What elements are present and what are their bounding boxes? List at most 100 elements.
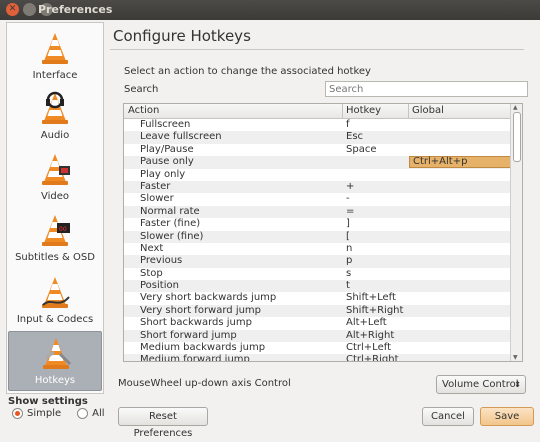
table-row[interactable]: Short backwards jump Alt+Left	[124, 317, 510, 329]
action-cell: Very short backwards jump	[140, 292, 277, 304]
column-header-global[interactable]: Global	[412, 105, 444, 116]
sidebar-item-subtitles-osd[interactable]: 00 Subtitles & OSD	[8, 209, 102, 267]
sidebar-item-interface[interactable]: Interface	[8, 27, 102, 85]
hotkey-cell: =	[346, 205, 355, 217]
table-scrollbar[interactable]: ▲ ▼	[510, 104, 522, 361]
vlc-cone-cable-icon	[39, 275, 71, 309]
mousewheel-select[interactable]: Volume Control ⬍	[436, 375, 526, 394]
all-radio[interactable]	[77, 408, 89, 419]
hotkey-cell: Alt+Right	[346, 329, 395, 341]
close-icon[interactable]: ✕	[6, 3, 19, 16]
action-cell: Fullscreen	[140, 119, 191, 130]
action-cell: Normal rate	[140, 205, 200, 217]
table-row[interactable]: Very short forward jump Shift+Right	[124, 304, 510, 318]
hotkey-cell: p	[346, 255, 353, 267]
action-cell: Play only	[140, 168, 186, 180]
action-cell: Slower	[140, 193, 174, 205]
sidebar-item-label: Input & Codecs	[16, 314, 94, 325]
action-cell: Medium backwards jump	[140, 342, 266, 354]
hotkey-cell: s	[346, 267, 352, 279]
hotkeys-table: Action Hotkey Global Fullscreen f Leave fu…	[123, 103, 523, 362]
sidebar-item-label: Video	[40, 191, 70, 202]
updown-arrow-icon: ⬍	[514, 380, 521, 389]
mousewheel-select-value: Volume Control	[442, 379, 519, 390]
hotkey-cell: Shift+Right	[346, 304, 404, 316]
table-row[interactable]: Slower -	[124, 193, 510, 205]
instruction-text: Select an action to change the associate…	[124, 66, 371, 77]
vlc-cone-keys-icon	[40, 336, 72, 370]
table-row[interactable]: Very short backwards jump Shift+Left	[124, 292, 510, 304]
all-radio-label[interactable]: All	[92, 408, 104, 419]
table-row[interactable]: Pause only Ctrl+Alt+p	[124, 156, 515, 169]
sidebar-item-label: Hotkeys	[34, 375, 76, 386]
sidebar-item-audio[interactable]: Audio	[8, 87, 102, 145]
hotkey-cell: f	[346, 119, 350, 130]
table-row[interactable]: Leave fullscreen Esc	[124, 131, 510, 144]
column-header-hotkey[interactable]: Hotkey	[346, 105, 381, 116]
action-cell: Pause only	[140, 156, 194, 168]
global-hotkey-cell: Ctrl+Alt+p	[409, 156, 515, 169]
table-row[interactable]: Play/Pause Space	[124, 144, 510, 156]
hotkey-cell: Ctrl+Left	[346, 342, 391, 354]
mousewheel-label: MouseWheel up-down axis Control	[118, 378, 291, 389]
action-cell: Position	[140, 280, 179, 292]
sidebar-item-video[interactable]: Video	[8, 148, 102, 206]
table-body: Fullscreen f Leave fullscreen Esc Play/Pause…	[124, 119, 515, 362]
svg-text:00: 00	[59, 226, 67, 233]
hotkey-cell: Ctrl+Right	[346, 354, 399, 362]
table-row[interactable]: Faster (fine)]	[124, 218, 510, 230]
action-cell: Short backwards jump	[140, 317, 252, 329]
hotkey-cell: -	[346, 193, 350, 205]
save-button[interactable]: Save	[480, 407, 534, 426]
simple-radio-label[interactable]: Simple	[27, 408, 61, 419]
table-row[interactable]: Play only	[124, 169, 510, 181]
table-header: Action Hotkey Global	[124, 104, 510, 119]
table-row[interactable]: Medium forward jump Ctrl+Right	[124, 354, 510, 362]
show-settings-label: Show settings	[8, 396, 88, 407]
table-row[interactable]: Faster +	[124, 180, 510, 194]
table-row[interactable]: Medium backwards jump Ctrl+Left	[124, 342, 510, 354]
page-title: Configure Hotkeys	[113, 27, 251, 45]
scrollbar-thumb[interactable]	[513, 112, 521, 162]
scroll-up-icon[interactable]: ▲	[513, 104, 518, 111]
sidebar-item-input-codecs[interactable]: Input & Codecs	[8, 271, 102, 329]
search-label: Search	[124, 84, 159, 95]
vlc-cone-headphones-icon	[39, 91, 71, 125]
search-input[interactable]	[325, 81, 528, 97]
column-header-action[interactable]: Action	[128, 105, 159, 116]
action-cell: Leave fullscreen	[140, 131, 222, 143]
action-cell: Faster (fine)	[140, 218, 201, 230]
vlc-cone-clapper-icon: 00	[39, 213, 71, 247]
simple-radio[interactable]	[12, 408, 23, 419]
action-cell: Faster	[140, 180, 171, 192]
hotkey-cell: [	[346, 230, 350, 242]
scroll-down-icon[interactable]: ▼	[513, 354, 518, 361]
sidebar-item-label: Interface	[32, 70, 78, 81]
cancel-button[interactable]: Cancel	[422, 407, 474, 426]
table-row[interactable]: Stop s	[124, 268, 510, 280]
column-divider	[408, 104, 409, 118]
action-cell: Next	[140, 242, 164, 254]
table-row[interactable]: Short forward jump Alt+Right	[124, 329, 510, 343]
hotkey-cell: Shift+Left	[346, 292, 396, 304]
hotkey-cell: +	[346, 180, 355, 192]
table-row[interactable]: Previous p	[124, 255, 510, 268]
hotkey-cell: n	[346, 242, 353, 254]
hotkey-cell: t	[346, 280, 350, 292]
table-row[interactable]: Fullscreen f	[124, 119, 510, 131]
show-settings-options: Simple All	[12, 408, 105, 419]
window-titlebar: ✕ Preferences	[0, 0, 540, 20]
table-row[interactable]: Next n	[124, 243, 510, 255]
action-cell: Very short forward jump	[140, 304, 262, 316]
action-cell: Short forward jump	[140, 329, 237, 341]
vlc-cone-film-icon	[39, 152, 71, 186]
category-sidebar: Interface Audio Video 00 Subtitles & OSD Inpu…	[6, 22, 104, 394]
minimize-icon[interactable]	[23, 3, 36, 16]
reset-preferences-button[interactable]: Reset Preferences	[118, 407, 208, 439]
table-row[interactable]: Slower (fine) [	[124, 230, 510, 243]
column-divider	[342, 104, 343, 118]
hotkey-cell: Space	[346, 143, 377, 155]
sidebar-item-hotkeys[interactable]: Hotkeys	[8, 331, 102, 391]
table-row[interactable]: Position t	[124, 280, 510, 293]
table-row[interactable]: Normal rate =	[124, 205, 510, 219]
